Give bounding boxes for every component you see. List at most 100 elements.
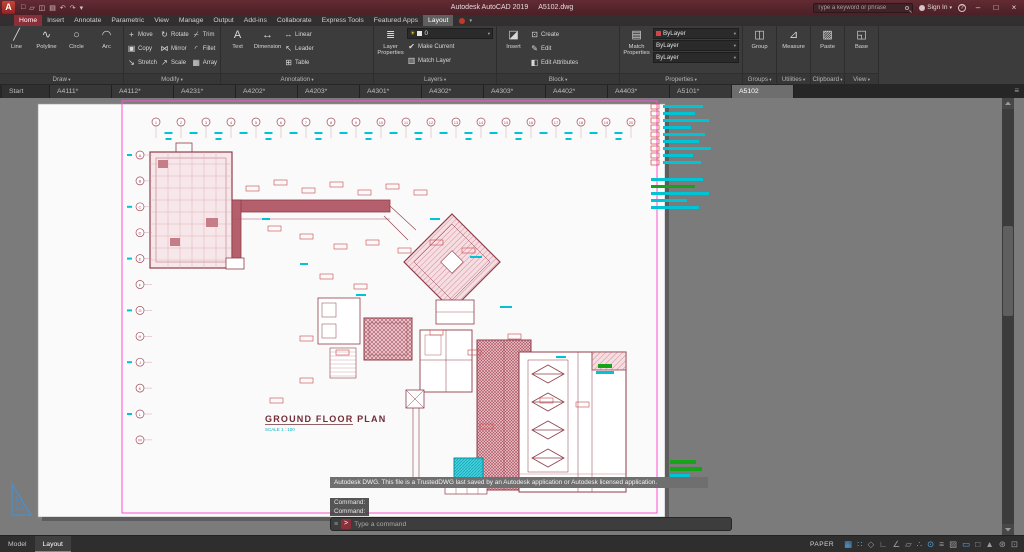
ribbon-options-icon[interactable] bbox=[469, 15, 472, 26]
sign-in-button[interactable]: Sign In bbox=[919, 4, 952, 11]
ribbon-tab-insert[interactable]: Insert bbox=[42, 15, 69, 26]
search-box[interactable]: Type a keyword or phrase bbox=[813, 3, 913, 13]
ribbon-tab-express-tools[interactable]: Express Tools bbox=[317, 15, 369, 26]
ortho-icon[interactable]: ∟ bbox=[879, 539, 887, 549]
help-icon[interactable]: ? bbox=[958, 4, 966, 12]
base-button[interactable]: ◱Base bbox=[848, 28, 875, 73]
ribbon-tab-view[interactable]: View bbox=[149, 15, 174, 26]
match-layer-button[interactable]: ▥Match Layer bbox=[407, 54, 493, 67]
save-icon[interactable]: ◫ bbox=[39, 4, 46, 12]
workspace-icon[interactable]: ⊛ bbox=[999, 539, 1006, 550]
panel-label-layers[interactable]: Layers bbox=[374, 73, 496, 84]
drawing-viewport[interactable]: 1234567891011121314151617181920 ABCDEFGH… bbox=[0, 98, 1024, 535]
panel-label-utilities[interactable]: Utilities bbox=[777, 73, 810, 84]
dimension-button[interactable]: ↔Dimension bbox=[254, 28, 281, 73]
match-properties-button[interactable]: ▤Match Properties bbox=[623, 28, 650, 73]
panel-label-clipboard[interactable]: Clipboard bbox=[811, 73, 844, 84]
command-bar[interactable]: ≡ > bbox=[330, 517, 732, 531]
ribbon-tab-featured-apps[interactable]: Featured Apps bbox=[369, 15, 423, 26]
qat-dropdown-icon[interactable]: ▾ bbox=[80, 4, 84, 12]
ribbon-tab-home[interactable]: Home bbox=[14, 15, 42, 26]
layer-properties-button[interactable]: ≣Layer Properties bbox=[377, 28, 404, 73]
ribbon-tab-manage[interactable]: Manage bbox=[174, 15, 209, 26]
ribbon-extra-icon[interactable] bbox=[459, 18, 465, 24]
minimize-button[interactable]: – bbox=[972, 3, 984, 12]
panel-label-properties[interactable]: Properties bbox=[620, 73, 742, 84]
layers-combo[interactable]: ☀0 bbox=[407, 28, 493, 39]
ribbon-tab-layout[interactable]: Layout bbox=[423, 15, 453, 26]
file-tab-a4303-[interactable]: A4303* bbox=[484, 85, 546, 98]
properties-combo[interactable]: ByLayer bbox=[653, 28, 739, 39]
panel-label-annotation[interactable]: Annotation bbox=[221, 73, 373, 84]
rotate-button[interactable]: ↻Rotate bbox=[160, 28, 189, 41]
polyline-button[interactable]: ∿Polyline bbox=[33, 28, 60, 73]
file-tab-a4403-[interactable]: A4403* bbox=[608, 85, 670, 98]
dynamic-input-icon[interactable]: ▭ bbox=[962, 539, 970, 550]
fillet-button[interactable]: ◜Fillet bbox=[192, 42, 217, 55]
leader-button[interactable]: ↖Leader bbox=[284, 42, 370, 55]
polar-tracking-icon[interactable]: ∠ bbox=[892, 539, 900, 550]
circle-button[interactable]: ○Circle bbox=[63, 28, 90, 73]
trim-button[interactable]: ⌿Trim bbox=[192, 28, 217, 41]
ribbon-tab-output[interactable]: Output bbox=[208, 15, 238, 26]
ribbon-tab-add-ins[interactable]: Add-ins bbox=[239, 15, 272, 26]
panel-label-view[interactable]: View bbox=[845, 73, 878, 84]
properties-combo[interactable]: ByLayer bbox=[653, 52, 739, 63]
open-icon[interactable]: ▱ bbox=[29, 4, 34, 12]
properties-combo[interactable]: ByLayer bbox=[653, 40, 739, 51]
paste-button[interactable]: ▨Paste bbox=[814, 28, 841, 73]
mirror-button[interactable]: ⋈Mirror bbox=[160, 42, 189, 55]
file-tab-a4231-[interactable]: A4231* bbox=[174, 85, 236, 98]
make-current-button[interactable]: ✔Make Current bbox=[407, 40, 493, 53]
ribbon-tab-collaborate[interactable]: Collaborate bbox=[272, 15, 317, 26]
panel-label-block[interactable]: Block bbox=[497, 73, 619, 84]
file-tab-a4301-[interactable]: A4301* bbox=[360, 85, 422, 98]
text-button[interactable]: AText bbox=[224, 28, 251, 73]
line-button[interactable]: ╱Line bbox=[3, 28, 30, 73]
layout-tab[interactable]: Layout bbox=[35, 536, 71, 552]
annotation-scale-icon[interactable]: ▲ bbox=[985, 539, 993, 549]
insert-button[interactable]: ◪Insert bbox=[500, 28, 527, 73]
redo-icon[interactable]: ↷ bbox=[70, 4, 76, 12]
file-tab-a4203-[interactable]: A4203* bbox=[298, 85, 360, 98]
file-tab-start[interactable]: Start bbox=[2, 85, 50, 98]
scale-button[interactable]: ↗Scale bbox=[160, 56, 189, 69]
transparency-icon[interactable]: ▨ bbox=[949, 539, 957, 550]
search-icon[interactable] bbox=[905, 6, 909, 10]
infer-constraints-icon[interactable]: ◇ bbox=[868, 539, 875, 550]
table-button[interactable]: ⊞Table bbox=[284, 56, 370, 69]
file-tab-a5102[interactable]: A5102 bbox=[732, 85, 794, 98]
ribbon-tab-parametric[interactable]: Parametric bbox=[106, 15, 149, 26]
file-tab-a5101-[interactable]: A5101* bbox=[670, 85, 732, 98]
snap-icon[interactable]: ∷ bbox=[857, 539, 862, 550]
move-button[interactable]: +Move bbox=[127, 28, 157, 41]
paper-space-indicator[interactable]: PAPER bbox=[806, 541, 838, 548]
file-tab-a4202-[interactable]: A4202* bbox=[236, 85, 298, 98]
copy-button[interactable]: ▣Copy bbox=[127, 42, 157, 55]
group-button[interactable]: ◫Group bbox=[746, 28, 773, 73]
close-button[interactable]: × bbox=[1008, 3, 1020, 12]
edit-button[interactable]: ✎Edit bbox=[530, 42, 616, 55]
selection-cycling-icon[interactable]: □ bbox=[975, 539, 980, 549]
undo-icon[interactable]: ↶ bbox=[60, 4, 66, 12]
arc-button[interactable]: ◠Arc bbox=[93, 28, 120, 73]
create-button[interactable]: ⊡Create bbox=[530, 28, 616, 41]
lineweight-icon[interactable]: ≡ bbox=[939, 539, 944, 549]
plot-icon[interactable]: ▤ bbox=[49, 4, 56, 12]
file-tab-a4111-[interactable]: A4111* bbox=[50, 85, 112, 98]
file-tab-a4112-[interactable]: A4112* bbox=[112, 85, 174, 98]
command-input[interactable] bbox=[354, 521, 728, 528]
grid-icon[interactable]: ▦ bbox=[844, 539, 852, 550]
file-tab-menu-icon[interactable]: ≡ bbox=[1009, 84, 1024, 98]
file-tab-a4302-[interactable]: A4302* bbox=[422, 85, 484, 98]
measure-button[interactable]: ⊿Measure bbox=[780, 28, 807, 73]
linear-button[interactable]: ↔Linear bbox=[284, 28, 370, 41]
edit-attributes-button[interactable]: ◧Edit Attributes bbox=[530, 56, 616, 69]
model-tab[interactable]: Model bbox=[0, 536, 35, 552]
panel-label-draw[interactable]: Draw bbox=[0, 73, 123, 84]
new-icon[interactable]: □ bbox=[21, 4, 25, 11]
maximize-button[interactable]: □ bbox=[990, 3, 1002, 12]
command-customize-icon[interactable]: ≡ bbox=[334, 521, 338, 528]
fullscreen-icon[interactable]: ⊡ bbox=[1011, 539, 1018, 550]
file-tab-a4402-[interactable]: A4402* bbox=[546, 85, 608, 98]
